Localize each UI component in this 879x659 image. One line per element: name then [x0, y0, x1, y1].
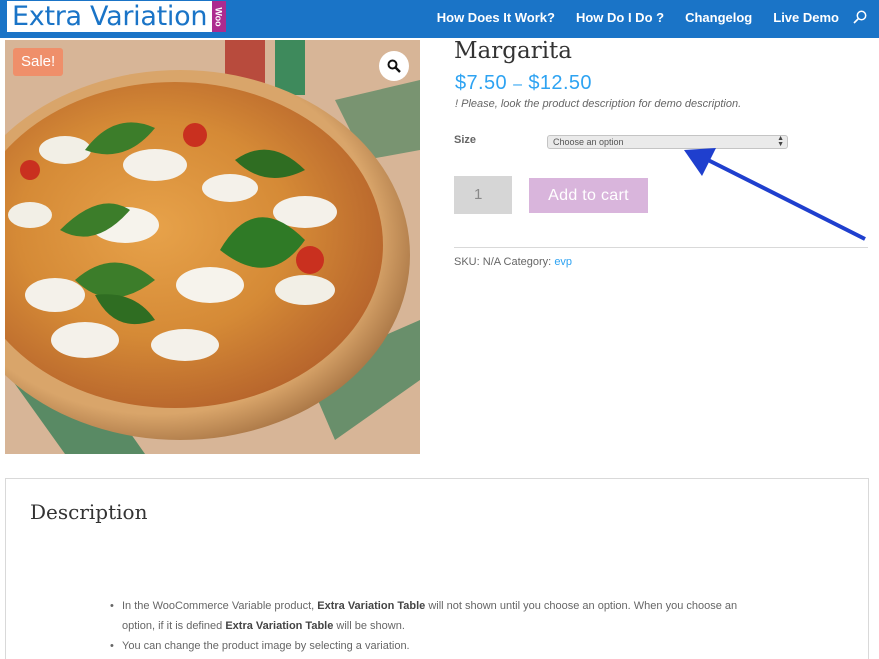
zoom-button[interactable] — [379, 51, 409, 81]
nav-live-demo[interactable]: Live Demo — [773, 10, 839, 25]
search-icon[interactable] — [853, 10, 867, 24]
product-meta: SKU: N/A Category: evp — [454, 256, 572, 268]
list-item: You can change the product image by sele… — [110, 636, 750, 656]
nav-changelog[interactable]: Changelog — [685, 10, 752, 25]
pizza-photo — [5, 40, 420, 454]
nav-how-do-i-do[interactable]: How Do I Do ? — [576, 10, 664, 25]
site-logo[interactable]: Extra Variation Woo — [7, 1, 227, 32]
category-label: Category: — [503, 256, 552, 268]
top-header: Extra Variation Woo How Does It Work? Ho… — [0, 0, 879, 38]
annotation-arrow — [684, 148, 866, 241]
sale-badge: Sale! — [13, 48, 64, 76]
magnifier-icon — [387, 59, 401, 73]
nav-how-does-it-work[interactable]: How Does It Work? — [437, 10, 555, 25]
logo-woo-badge: Woo — [212, 1, 227, 32]
size-select-value: Choose an option — [553, 137, 624, 147]
size-label: Size — [454, 134, 477, 146]
product-image[interactable] — [5, 40, 420, 454]
product-note: ! Please, look the product description f… — [455, 98, 742, 110]
main-nav: How Does It Work? How Do I Do ? Changelo… — [416, 0, 839, 34]
description-list: In the WooCommerce Variable product, Ext… — [110, 596, 750, 656]
price-high: $12.50 — [528, 72, 592, 94]
product-title: Margarita — [454, 38, 572, 64]
price-range: $7.50– $12.50 — [455, 72, 592, 95]
price-separator: – — [513, 76, 523, 93]
sku-value: N/A — [482, 256, 501, 268]
logo-text: Extra Variation — [7, 1, 213, 32]
list-item: In the WooCommerce Variable product, Ext… — [110, 596, 750, 636]
quantity-input[interactable]: 1 — [454, 176, 512, 214]
sku-label: SKU: — [454, 256, 480, 268]
category-link[interactable]: evp — [554, 256, 572, 268]
description-title: Description — [30, 500, 148, 524]
add-to-cart-button[interactable]: Add to cart — [529, 178, 648, 213]
price-low: $7.50 — [455, 72, 508, 94]
divider — [454, 247, 868, 248]
